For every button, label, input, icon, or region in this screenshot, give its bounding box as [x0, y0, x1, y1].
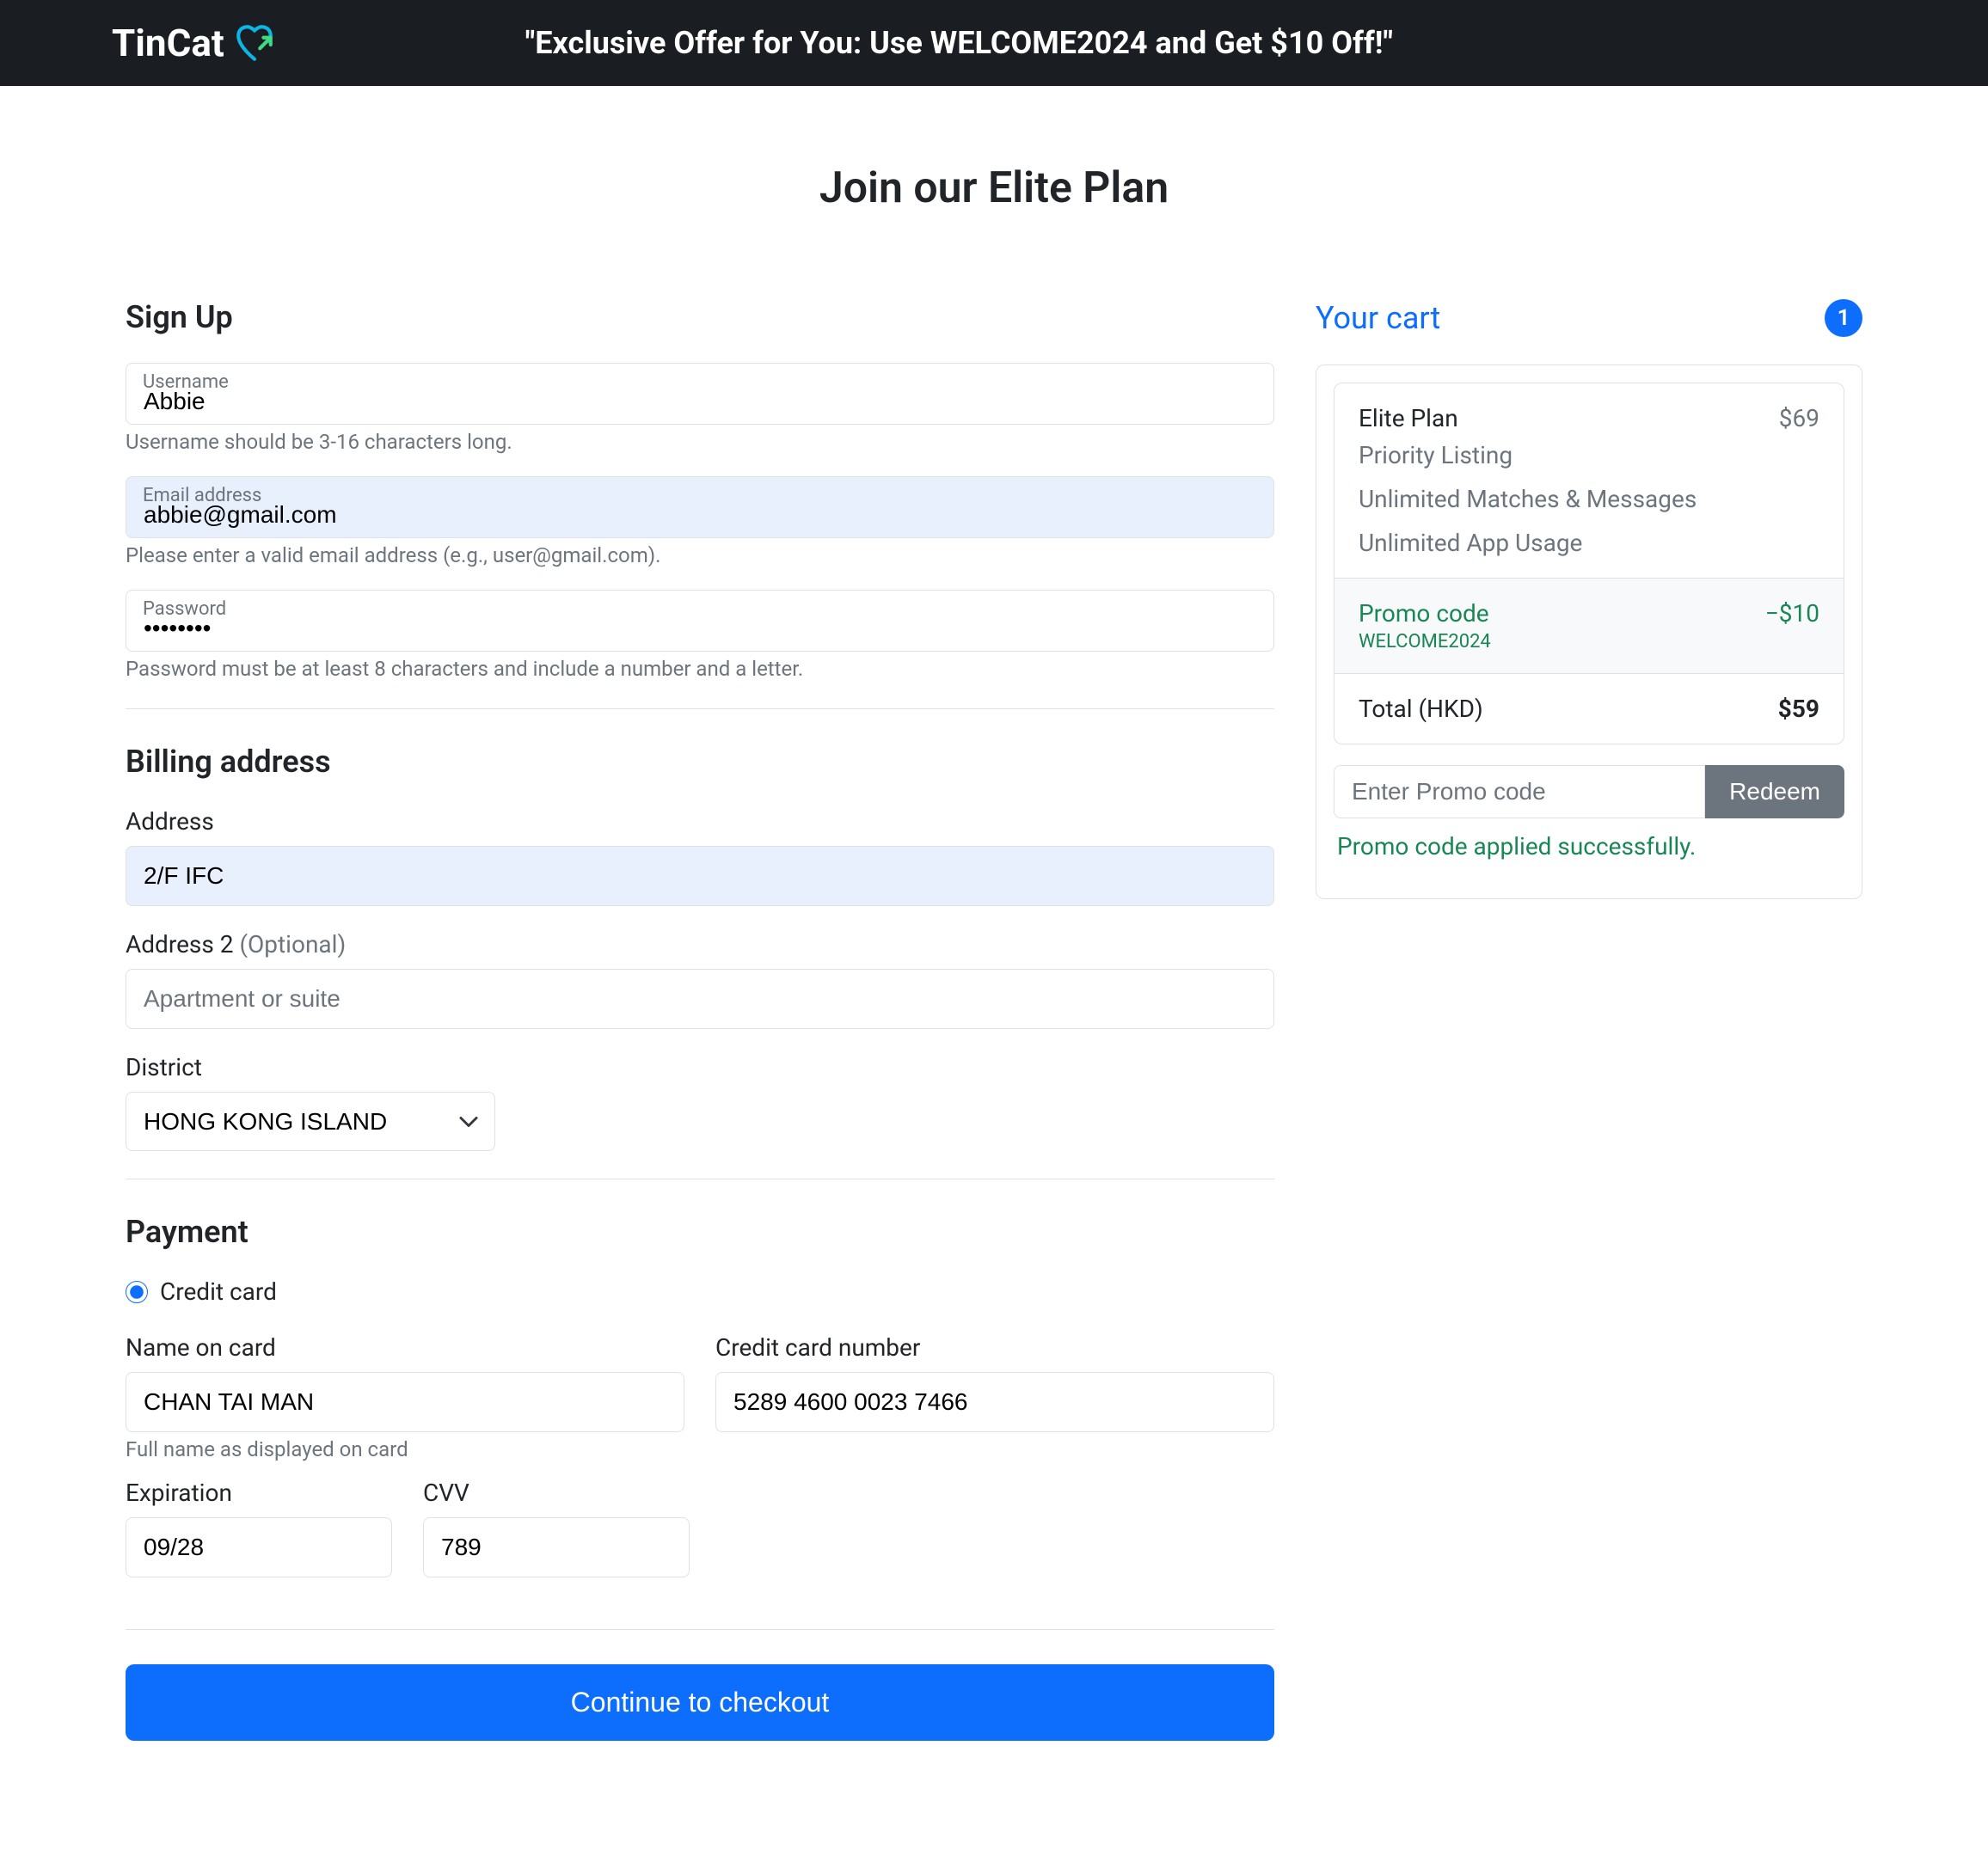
password-input[interactable] — [126, 590, 1274, 652]
username-help: Username should be 3-16 characters long. — [126, 430, 1274, 454]
page-title: Join our Elite Plan — [126, 163, 1862, 213]
username-input[interactable] — [126, 363, 1274, 425]
password-help: Password must be at least 8 characters a… — [126, 657, 1274, 681]
brand[interactable]: TinCat — [112, 21, 276, 65]
address2-label: Address 2 (Optional) — [126, 930, 1274, 959]
address-label: Address — [126, 807, 1274, 836]
promo-input[interactable] — [1334, 765, 1705, 818]
checkout-button[interactable]: Continue to checkout — [126, 1664, 1274, 1741]
payment-title: Payment — [126, 1214, 1274, 1250]
promo-code: WELCOME2024 — [1359, 631, 1491, 652]
plan-feature: Priority Listing — [1359, 441, 1697, 469]
address2-input[interactable] — [126, 969, 1274, 1029]
promo-success-message: Promo code applied successfully. — [1334, 832, 1844, 881]
plan-feature: Unlimited Matches & Messages — [1359, 485, 1697, 513]
cart-total: Total (HKD) $59 — [1335, 674, 1844, 744]
heart-arrow-icon — [233, 21, 276, 64]
cc-number-label: Credit card number — [715, 1333, 1274, 1362]
district-select[interactable]: HONG KONG ISLAND — [126, 1092, 495, 1151]
total-label: Total (HKD) — [1359, 695, 1483, 723]
plan-name: Elite Plan — [1359, 404, 1697, 432]
divider — [126, 1629, 1274, 1630]
cart-item-promo: Promo code WELCOME2024 −$10 — [1335, 579, 1844, 674]
district-label: District — [126, 1053, 1274, 1081]
plan-price: $69 — [1779, 404, 1819, 432]
name-on-card-label: Name on card — [126, 1333, 684, 1362]
cvv-input[interactable] — [423, 1517, 690, 1577]
promo-discount: −$10 — [1765, 599, 1819, 628]
credit-card-radio[interactable] — [126, 1281, 148, 1303]
plan-feature: Unlimited App Usage — [1359, 529, 1697, 557]
cart-count-badge: 1 — [1825, 299, 1862, 337]
cart-panel: Elite Plan Priority Listing Unlimited Ma… — [1316, 364, 1862, 899]
address-input[interactable] — [126, 846, 1274, 906]
expiration-label: Expiration — [126, 1479, 392, 1507]
redeem-button[interactable]: Redeem — [1705, 765, 1844, 818]
cart-item-plan: Elite Plan Priority Listing Unlimited Ma… — [1335, 383, 1844, 579]
email-input[interactable] — [126, 476, 1274, 538]
promo-banner: "Exclusive Offer for You: Use WELCOME202… — [525, 25, 1393, 61]
cart-title: Your cart — [1316, 300, 1440, 336]
signup-title: Sign Up — [126, 299, 1274, 335]
expiration-input[interactable] — [126, 1517, 392, 1577]
brand-text: TinCat — [112, 21, 224, 65]
cvv-label: CVV — [423, 1479, 690, 1507]
navbar: TinCat "Exclusive Offer for You: Use WEL… — [0, 0, 1988, 86]
divider — [126, 708, 1274, 709]
cc-number-input[interactable] — [715, 1372, 1274, 1432]
credit-card-label: Credit card — [160, 1277, 277, 1306]
name-on-card-input[interactable] — [126, 1372, 684, 1432]
name-help: Full name as displayed on card — [126, 1437, 684, 1461]
total-value: $59 — [1778, 695, 1819, 723]
billing-title: Billing address — [126, 744, 1274, 780]
email-help: Please enter a valid email address (e.g.… — [126, 543, 1274, 567]
promo-label: Promo code — [1359, 599, 1491, 628]
